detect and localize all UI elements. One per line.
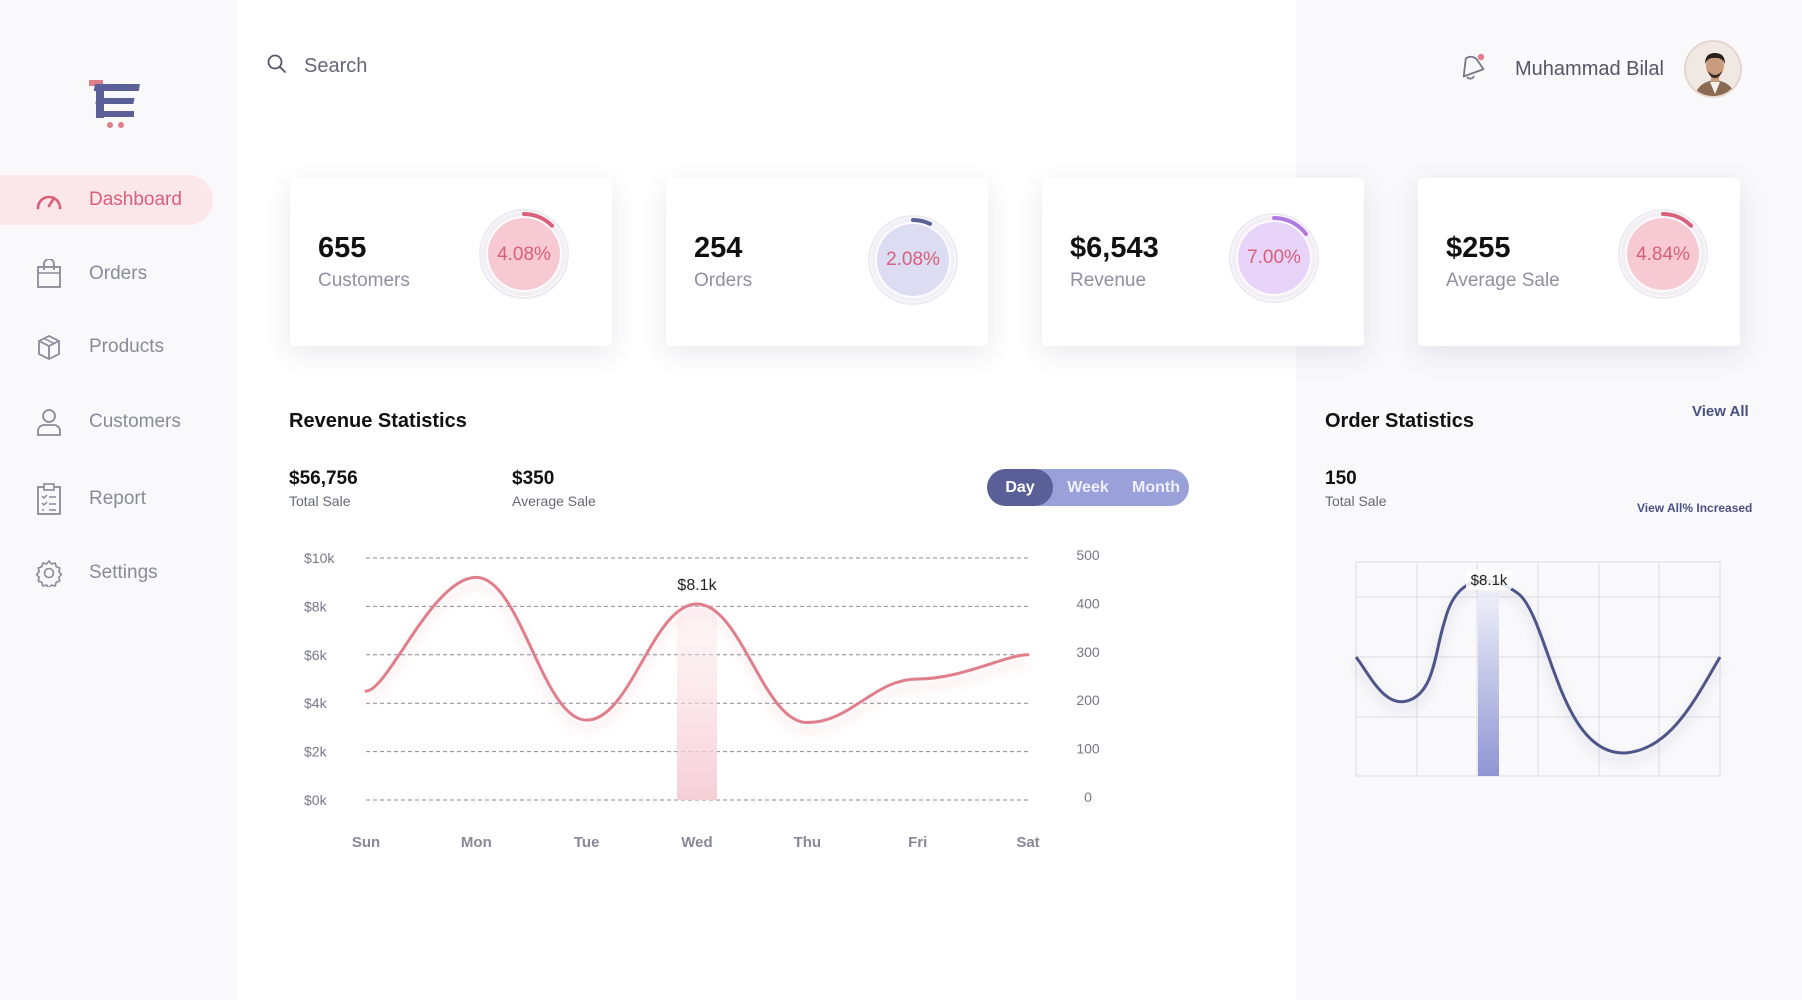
range-selector[interactable]: Day Week Month xyxy=(987,469,1189,506)
x-tick-label: Fri xyxy=(908,834,927,851)
order-grid xyxy=(1355,561,1721,777)
average-sale-label: Average Sale xyxy=(512,493,596,509)
sidebar-item-label: Products xyxy=(89,336,164,357)
y-right-tick-label: 0 xyxy=(1084,789,1092,805)
total-sale-value: $56,756 xyxy=(289,468,358,489)
gear-icon xyxy=(34,558,64,588)
tooltip-label: $8.1k xyxy=(677,577,717,594)
kpi-card-orders: 254 Orders 2.08% xyxy=(666,178,988,346)
revenue-data-point xyxy=(364,689,368,693)
revenue-data-point xyxy=(474,575,478,579)
y-left-tick-label: $2k xyxy=(304,744,328,760)
y-right-tick-label: 100 xyxy=(1076,741,1100,757)
shopping-bag-icon xyxy=(34,259,64,289)
order-total-value: 150 xyxy=(1325,468,1357,489)
view-all-increased-link[interactable]: View All% Increased xyxy=(1637,501,1752,515)
range-week-option[interactable]: Week xyxy=(1053,469,1123,506)
kpi-percent: 7.00% xyxy=(1247,247,1301,268)
y-right-tick-label: 500 xyxy=(1076,547,1100,563)
kpi-card-customers: 655 Customers 4.08% xyxy=(290,178,612,346)
revenue-data-point xyxy=(916,677,920,681)
search-bar[interactable]: Search xyxy=(266,53,367,80)
range-month-option[interactable]: Month xyxy=(1123,469,1189,506)
y-right-tick-label: 400 xyxy=(1076,595,1100,611)
kpi-card-revenue: $6,543 Revenue 7.00% xyxy=(1042,178,1364,346)
x-tick-label: Sun xyxy=(352,834,380,851)
kpi-label: Orders xyxy=(694,270,753,291)
user-icon xyxy=(34,407,64,437)
order-highlight-bar xyxy=(1478,593,1499,776)
kpi-label: Average Sale xyxy=(1446,270,1560,291)
kpi-value: 254 xyxy=(694,232,743,264)
order-total-label: Total Sale xyxy=(1325,493,1387,509)
y-left-tick-label: $6k xyxy=(304,647,328,663)
x-tick-label: Tue xyxy=(574,834,600,851)
x-tick-label: Wed xyxy=(681,834,712,851)
kpi-percent: 4.84% xyxy=(1636,244,1690,265)
revenue-data-point xyxy=(695,602,699,606)
search-input[interactable]: Search xyxy=(304,55,367,78)
x-tick-label: Mon xyxy=(461,834,492,851)
gauge-icon xyxy=(34,185,64,215)
kpi-label: Revenue xyxy=(1070,270,1147,291)
sidebar-item-report[interactable]: Report xyxy=(0,474,213,524)
bell-icon[interactable] xyxy=(1455,51,1489,88)
order-tooltip-label: $8.1k xyxy=(1471,572,1508,589)
average-sale-value: $350 xyxy=(512,468,555,489)
sidebar-item-label: Customers xyxy=(89,411,181,432)
sidebar-item-label: Report xyxy=(89,488,147,509)
total-sale-label: Total Sale xyxy=(289,493,351,509)
kpi-card-average-sale: $255 Average Sale 4.84% xyxy=(1418,178,1740,346)
box-icon xyxy=(34,332,64,362)
revenue-statistics-title: Revenue Statistics xyxy=(289,410,467,432)
sidebar-item-settings[interactable]: Settings xyxy=(0,548,213,598)
sidebar-item-customers[interactable]: Customers xyxy=(0,397,213,447)
sidebar-item-products[interactable]: Products xyxy=(0,322,213,372)
kpi-value: $255 xyxy=(1446,232,1511,264)
user-area: Muhammad Bilal xyxy=(1455,40,1742,98)
kpi-percent: 4.08% xyxy=(497,244,551,265)
y-left-tick-label: $4k xyxy=(304,695,328,711)
order-statistics-title: Order Statistics xyxy=(1325,410,1474,432)
sidebar: Dashboard Orders Products Customers Repo… xyxy=(0,0,237,1000)
x-tick-label: Sat xyxy=(1016,834,1039,851)
range-day-option[interactable]: Day xyxy=(987,469,1053,506)
sidebar-item-label: Orders xyxy=(89,263,148,284)
clipboard-icon xyxy=(34,483,64,515)
user-name[interactable]: Muhammad Bilal xyxy=(1515,58,1664,81)
kpi-value: 655 xyxy=(318,232,367,264)
kpi-percent: 2.08% xyxy=(886,249,940,270)
revenue-data-point xyxy=(805,721,809,725)
x-tick-label: Thu xyxy=(794,834,822,851)
sidebar-item-dashboard[interactable]: Dashboard xyxy=(0,175,213,225)
view-all-link[interactable]: View All xyxy=(1692,403,1749,420)
kpi-label: Customers xyxy=(318,270,410,291)
y-left-tick-label: $0k xyxy=(304,792,328,808)
highlight-bar xyxy=(677,603,717,800)
search-icon xyxy=(266,53,288,80)
y-right-tick-label: 200 xyxy=(1076,692,1100,708)
revenue-data-point xyxy=(1026,653,1030,657)
sidebar-item-label: Dashboard xyxy=(89,189,182,210)
order-chart: $8.1k xyxy=(1354,561,1722,777)
y-right-tick-label: 300 xyxy=(1076,644,1100,660)
revenue-chart: $0k $2k $4k $6k $8k $10k 0 100 200 300 400 500 $8.1… xyxy=(304,547,1100,851)
y-left-tick-label: $10k xyxy=(304,550,335,566)
revenue-data-point xyxy=(585,718,589,722)
y-left-tick-label: $8k xyxy=(304,598,328,614)
sidebar-item-label: Settings xyxy=(89,562,158,583)
sidebar-item-orders[interactable]: Orders xyxy=(0,249,213,299)
kpi-value: $6,543 xyxy=(1070,232,1159,264)
avatar[interactable] xyxy=(1683,40,1742,98)
cart-logo-icon xyxy=(89,80,140,128)
